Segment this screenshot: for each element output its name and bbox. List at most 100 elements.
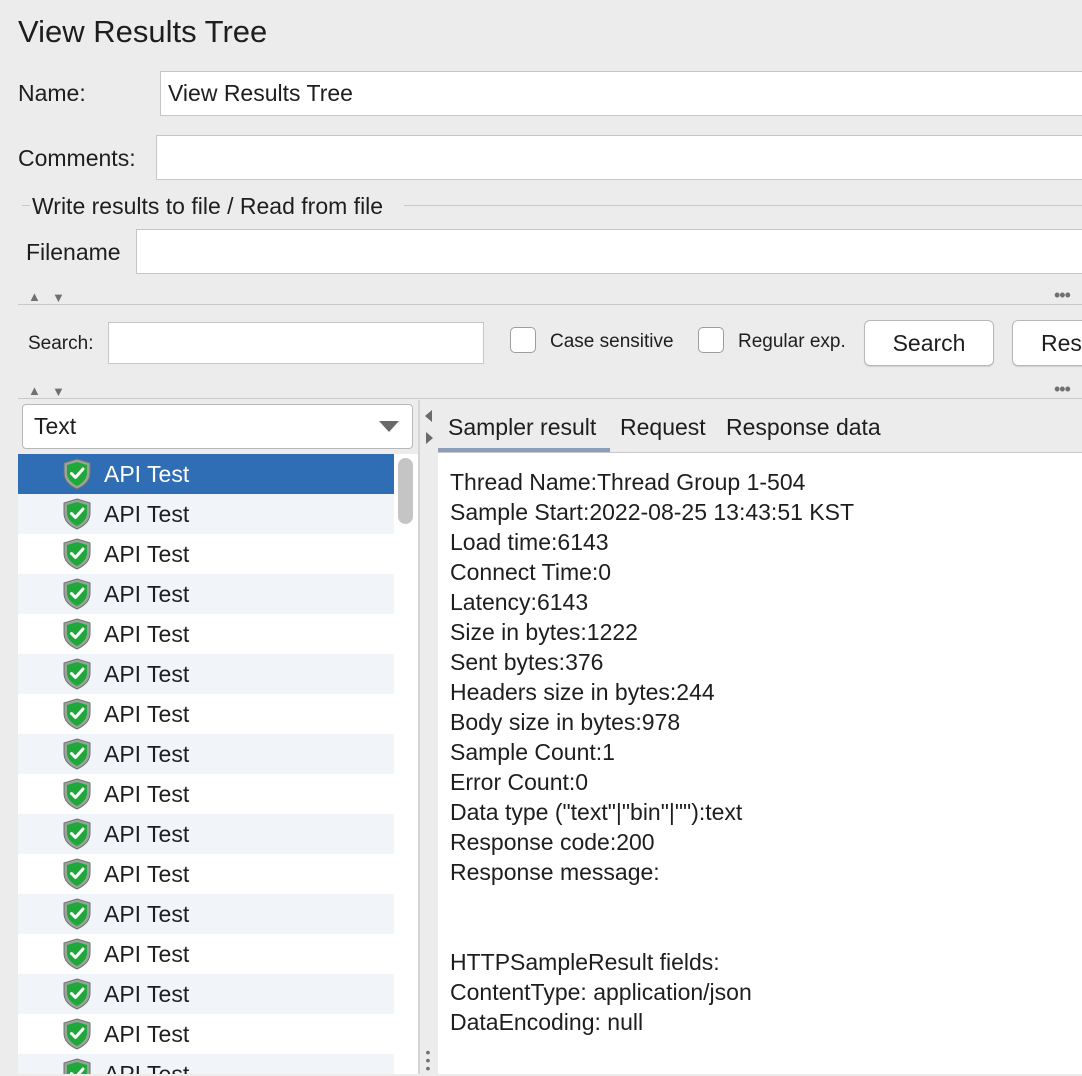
search-label: Search:	[28, 333, 94, 354]
sampler-result-line: Body size in bytes:978	[450, 709, 681, 735]
divider-grip-icon[interactable]: • • •	[424, 1045, 432, 1075]
divider-collapse-icon[interactable]	[424, 410, 434, 446]
sampler-result-line: Sample Count:1	[450, 739, 615, 765]
regular-exp-checkbox[interactable]	[698, 327, 724, 353]
result-item-label: API Test	[104, 660, 190, 687]
result-item-label: API Test	[104, 860, 190, 887]
result-item[interactable]: API Test	[18, 974, 394, 1014]
result-item[interactable]: API Test	[18, 854, 394, 894]
success-shield-icon	[63, 858, 91, 890]
triangle-down-icon[interactable]: ▼	[52, 385, 65, 398]
reset-button[interactable]: Rese	[1012, 320, 1082, 366]
success-shield-icon	[63, 578, 91, 610]
sampler-result-line: Response code:200	[450, 829, 655, 855]
splitter-line	[18, 398, 1082, 399]
success-shield-icon	[63, 458, 91, 490]
renderer-select-value: Text	[34, 413, 77, 439]
success-shield-icon	[63, 498, 91, 530]
result-item[interactable]: API Test	[18, 894, 394, 934]
result-item[interactable]: API Test	[18, 934, 394, 974]
success-shield-icon	[63, 1018, 91, 1050]
sampler-result-line: Data type ("text"|"bin"|""):text	[450, 799, 743, 825]
comments-input[interactable]	[156, 135, 1082, 180]
name-input[interactable]: View Results Tree	[160, 71, 1082, 116]
sampler-result-line: Sent bytes:376	[450, 649, 604, 675]
result-item[interactable]: API Test	[18, 654, 394, 694]
sampler-result-line: Response message:	[450, 859, 660, 885]
sampler-result-line: HTTPSampleResult fields:	[450, 949, 720, 975]
results-tree[interactable]: API Test API Test API Test API Test API Test…	[18, 454, 394, 1074]
scrollbar-thumb[interactable]	[398, 458, 413, 524]
result-item-label: API Test	[104, 780, 190, 807]
result-item[interactable]: API Test	[18, 454, 394, 494]
triangle-up-icon[interactable]: ▲	[28, 290, 41, 303]
result-item-label: API Test	[104, 580, 190, 607]
success-shield-icon	[63, 538, 91, 570]
case-sensitive-checkbox[interactable]	[510, 327, 536, 353]
name-label: Name:	[18, 80, 86, 106]
result-item[interactable]: API Test	[18, 734, 394, 774]
tab-sampler-result[interactable]: Sampler result	[438, 404, 610, 452]
search-button[interactable]: Search	[864, 320, 994, 366]
result-item[interactable]: API Test	[18, 814, 394, 854]
success-shield-icon	[63, 1058, 91, 1074]
sampler-result-text[interactable]: Thread Name:Thread Group 1-504 Sample Sta…	[438, 452, 1082, 1074]
triangle-up-icon[interactable]: ▲	[28, 384, 41, 397]
sampler-result-line: ContentType: application/json	[450, 979, 752, 1005]
result-item[interactable]: API Test	[18, 494, 394, 534]
result-item[interactable]: API Test	[18, 774, 394, 814]
sampler-result-line: Sample Start:2022-08-25 13:43:51 KST	[450, 499, 855, 525]
case-sensitive-label: Case sensitive	[550, 331, 674, 352]
file-section-legend: Write results to file / Read from file	[32, 193, 384, 219]
sampler-result-line: Size in bytes:1222	[450, 619, 638, 645]
result-item-label: API Test	[104, 940, 190, 967]
result-item[interactable]: API Test	[18, 694, 394, 734]
file-section-border-right	[404, 205, 1082, 206]
success-shield-icon	[63, 778, 91, 810]
result-item[interactable]: API Test	[18, 614, 394, 654]
more-dots-icon[interactable]: •••	[1054, 286, 1071, 304]
search-input[interactable]	[108, 322, 484, 364]
success-shield-icon	[63, 898, 91, 930]
tab-request[interactable]: Request	[620, 404, 706, 452]
result-item-label: API Test	[104, 820, 190, 847]
filename-label: Filename	[26, 239, 121, 265]
result-item-label: API Test	[104, 460, 190, 487]
result-item-label: API Test	[104, 900, 190, 927]
chevron-down-icon	[379, 421, 399, 432]
success-shield-icon	[63, 658, 91, 690]
result-item[interactable]: API Test	[18, 574, 394, 614]
result-item-label: API Test	[104, 540, 190, 567]
success-shield-icon	[63, 738, 91, 770]
sampler-result-line: Load time:6143	[450, 529, 609, 555]
result-item-label: API Test	[104, 700, 190, 727]
result-item-label: API Test	[104, 1060, 190, 1075]
success-shield-icon	[63, 818, 91, 850]
sampler-result-line: Error Count:0	[450, 769, 589, 795]
sampler-result-line: Headers size in bytes:244	[450, 679, 715, 705]
result-item[interactable]: API Test	[18, 534, 394, 574]
sampler-result-line	[450, 887, 1082, 917]
tab-response-data[interactable]: Response data	[726, 404, 881, 452]
triangle-down-icon[interactable]: ▼	[52, 291, 65, 304]
comments-label: Comments:	[18, 145, 136, 171]
sampler-result-line: Thread Name:Thread Group 1-504	[450, 469, 806, 495]
result-item-label: API Test	[104, 980, 190, 1007]
result-item[interactable]: API Test	[18, 1054, 394, 1074]
success-shield-icon	[63, 698, 91, 730]
result-item-label: API Test	[104, 620, 190, 647]
file-section-border-left	[22, 205, 30, 206]
more-dots-icon[interactable]: •••	[1054, 380, 1071, 398]
success-shield-icon	[63, 938, 91, 970]
regular-exp-label: Regular exp.	[738, 331, 846, 352]
result-item-label: API Test	[104, 740, 190, 767]
sampler-result-line: Connect Time:0	[450, 559, 612, 585]
result-item[interactable]: API Test	[18, 1014, 394, 1054]
results-scrollbar[interactable]	[394, 454, 418, 1074]
sampler-result-line	[450, 917, 1082, 947]
result-item-label: API Test	[104, 500, 190, 527]
sampler-result-line: DataEncoding: null	[450, 1009, 644, 1035]
renderer-select[interactable]: Text	[22, 404, 413, 449]
filename-input[interactable]	[136, 229, 1082, 274]
panel-divider[interactable]	[418, 400, 420, 1074]
